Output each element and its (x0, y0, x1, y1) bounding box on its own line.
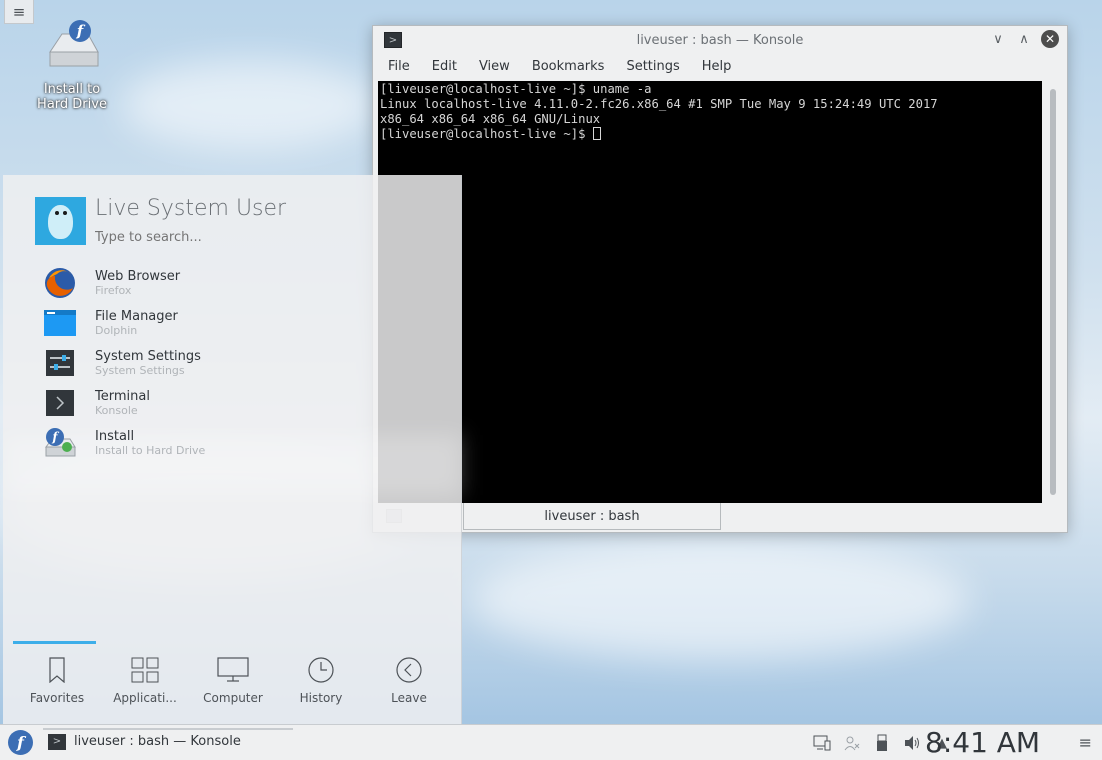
menubar: File Edit View Bookmarks Settings Help (373, 54, 1067, 78)
tab-label: Applicati... (113, 691, 177, 705)
desktop-cloud (470, 540, 970, 660)
volume-icon[interactable] (902, 733, 922, 753)
maximize-icon[interactable]: ∧ (1015, 30, 1033, 48)
favorite-system-settings[interactable]: System Settings System Settings (43, 343, 443, 383)
clock-icon (307, 655, 335, 685)
favorite-name: Install (95, 429, 135, 444)
usb-device-icon[interactable] (872, 733, 892, 753)
display-icon[interactable] (812, 733, 832, 753)
favorite-name: Web Browser (95, 269, 181, 284)
menu-help[interactable]: Help (691, 59, 743, 74)
leave-icon (395, 655, 423, 685)
panel-options-icon[interactable]: ≡ (1079, 733, 1092, 752)
konsole-window[interactable]: > liveuser : bash — Konsole ∨ ∧ ✕ File E… (372, 25, 1068, 533)
avatar-face (48, 205, 73, 239)
user-switch-icon[interactable] (842, 733, 862, 753)
tab-history[interactable]: History (277, 655, 365, 705)
terminal-line: x86_64 x86_64 x86_64 GNU/Linux (380, 112, 601, 126)
tab-label: Leave (391, 691, 427, 705)
monitor-icon (217, 655, 249, 685)
terminal-scrollbar[interactable] (1042, 81, 1064, 503)
tab-favorites[interactable]: Favorites (13, 655, 101, 705)
desktop-cloud (120, 60, 380, 150)
favorite-web-browser[interactable]: Web Browser Firefox (43, 263, 443, 303)
active-tab-indicator (13, 641, 96, 644)
favorites-list: Web Browser Firefox File Manager Dolphin (43, 263, 443, 463)
konsole-app-icon[interactable]: > (384, 32, 402, 48)
taskbar-item-konsole[interactable]: > liveuser : bash — Konsole (43, 727, 293, 758)
favorite-name: Terminal (95, 389, 150, 404)
favorite-subtitle: Install to Hard Drive (95, 444, 206, 457)
folder-icon (43, 306, 77, 340)
tab-computer[interactable]: Computer (189, 655, 277, 705)
terminal-line: Linux localhost-live 4.11.0-2.fc26.x86_6… (380, 97, 938, 111)
search-input[interactable] (95, 230, 395, 245)
digital-clock[interactable]: 8:41 AM (925, 726, 1040, 759)
tab-leave[interactable]: Leave (365, 655, 453, 705)
konsole-tabbar: liveuser : bash (373, 503, 1067, 533)
close-icon[interactable]: ✕ (1041, 30, 1059, 48)
terminal-line: [liveuser@localhost-live ~]$ uname -a (380, 82, 652, 96)
window-title: liveuser : bash — Konsole (636, 32, 804, 48)
favorite-subtitle: Konsole (95, 404, 138, 417)
window-titlebar[interactable]: > liveuser : bash — Konsole ∨ ∧ ✕ (373, 26, 1067, 54)
tab-bash[interactable]: liveuser : bash (463, 503, 721, 530)
tab-label: Computer (203, 691, 263, 705)
install-drive-icon: f (40, 18, 104, 74)
grid-icon (131, 655, 159, 685)
task-label: liveuser : bash — Konsole (74, 734, 241, 749)
application-launcher-button[interactable]: f (8, 730, 33, 755)
favorite-install[interactable]: f Install Install to Hard Drive (43, 423, 443, 463)
menu-view[interactable]: View (468, 59, 521, 74)
firefox-icon (43, 266, 77, 300)
launcher-tabs: Favorites Applicati... Computer History … (13, 641, 453, 717)
menu-file[interactable]: File (377, 59, 421, 74)
application-launcher: Live System User Web Browser Firefox (3, 175, 462, 725)
user-avatar[interactable] (35, 197, 86, 245)
user-name: Live System User (95, 196, 287, 221)
minimize-icon[interactable]: ∨ (989, 30, 1007, 48)
bookmark-icon (48, 655, 66, 685)
favorite-subtitle: Dolphin (95, 324, 138, 337)
terminal-icon (43, 386, 77, 420)
install-icon: f (43, 426, 77, 460)
desktop-icon-label: Install to Hard Drive (37, 82, 107, 112)
desktop-icon-install[interactable]: f Install to Hard Drive (22, 18, 122, 112)
avatar-eye (55, 211, 59, 215)
favorite-file-manager[interactable]: File Manager Dolphin (43, 303, 443, 343)
terminal-output[interactable]: [liveuser@localhost-live ~]$ uname -a Lin… (378, 81, 1042, 503)
terminal-prompt-line: [liveuser@localhost-live ~]$ (380, 127, 593, 141)
terminal-icon: > (48, 733, 66, 750)
favorite-subtitle: Firefox (95, 284, 132, 297)
tab-applications[interactable]: Applicati... (101, 655, 189, 705)
menu-edit[interactable]: Edit (421, 59, 468, 74)
tab-label: History (299, 691, 343, 705)
favorite-name: File Manager (95, 309, 178, 324)
menu-bookmarks[interactable]: Bookmarks (521, 59, 616, 74)
scrollbar-thumb[interactable] (1050, 89, 1056, 495)
favorite-name: System Settings (95, 349, 201, 364)
menu-settings[interactable]: Settings (615, 59, 690, 74)
bottom-panel: f > liveuser : bash — Konsole ▲ 8:41 AM … (0, 724, 1102, 760)
avatar-eye (63, 211, 67, 215)
tab-label: Favorites (29, 691, 85, 705)
favorite-terminal[interactable]: Terminal Konsole (43, 383, 443, 423)
terminal-cursor (592, 127, 601, 140)
settings-icon (43, 346, 77, 380)
favorite-subtitle: System Settings (95, 364, 185, 377)
